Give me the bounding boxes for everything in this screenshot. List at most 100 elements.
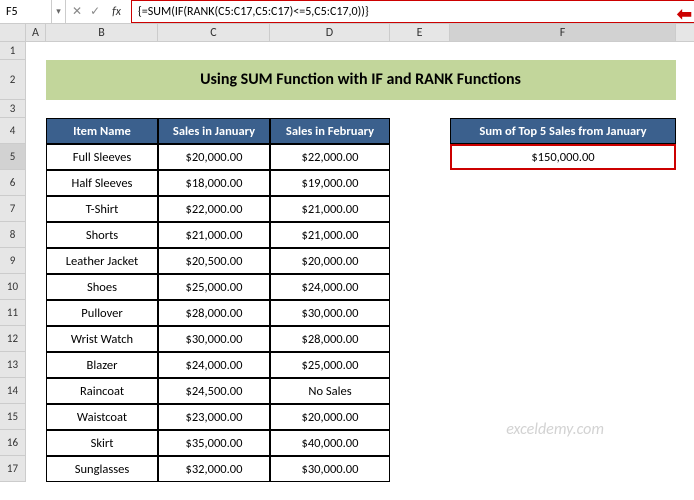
cell-item[interactable]: Waistcoat (46, 404, 158, 430)
cell[interactable] (270, 42, 390, 60)
cell-jan[interactable]: $20,500.00 (158, 248, 270, 274)
cell-jan[interactable]: $20,000.00 (158, 144, 270, 170)
cell[interactable] (390, 430, 450, 456)
cell-item[interactable]: Shoes (46, 274, 158, 300)
select-all-corner[interactable] (0, 24, 26, 41)
row-header[interactable]: 14 (0, 378, 26, 404)
cell[interactable] (390, 222, 450, 248)
row-header[interactable]: 5 (0, 144, 26, 170)
cell[interactable] (450, 456, 676, 482)
cell[interactable] (26, 100, 46, 118)
cell[interactable] (390, 42, 450, 60)
cell-feb[interactable]: $30,000.00 (270, 300, 390, 326)
row-header[interactable]: 10 (0, 274, 26, 300)
cell-jan[interactable]: $30,000.00 (158, 326, 270, 352)
cell[interactable] (26, 42, 46, 60)
cell[interactable] (26, 248, 46, 274)
cell[interactable] (450, 196, 676, 222)
cell-jan[interactable]: $18,000.00 (158, 170, 270, 196)
cell-jan[interactable]: $24,500.00 (158, 378, 270, 404)
row-header[interactable]: 9 (0, 248, 26, 274)
col-header-F[interactable]: F (450, 24, 676, 41)
cell-item[interactable]: Wrist Watch (46, 326, 158, 352)
cell-item[interactable]: Full Sleeves (46, 144, 158, 170)
cell[interactable] (26, 274, 46, 300)
row-header[interactable]: 13 (0, 352, 26, 378)
cell-item[interactable]: Leather Jacket (46, 248, 158, 274)
col-header-C[interactable]: C (158, 24, 270, 41)
row-header[interactable]: 3 (0, 100, 26, 118)
cell-jan[interactable]: $23,000.00 (158, 404, 270, 430)
cell-feb[interactable]: $20,000.00 (270, 248, 390, 274)
formula-bar-input[interactable]: {=SUM(IF(RANK(C5:C17,C5:C17)<=5,C5:C17,0… (131, 0, 694, 23)
cell[interactable] (26, 118, 46, 144)
cell[interactable] (158, 100, 270, 118)
cell-feb[interactable]: $40,000.00 (270, 430, 390, 456)
cell[interactable] (390, 196, 450, 222)
cell-item[interactable]: Blazer (46, 352, 158, 378)
cell[interactable] (450, 404, 676, 430)
cell[interactable] (26, 378, 46, 404)
cell[interactable] (390, 378, 450, 404)
cell-feb[interactable]: $21,000.00 (270, 222, 390, 248)
cell[interactable] (270, 100, 390, 118)
row-header[interactable]: 7 (0, 196, 26, 222)
page-title[interactable]: Using SUM Function with IF and RANK Func… (46, 60, 676, 100)
row-header[interactable]: 6 (0, 170, 26, 196)
row-header[interactable]: 1 (0, 42, 26, 60)
cell-feb[interactable]: $24,000.00 (270, 274, 390, 300)
cell-item[interactable]: Sunglasses (46, 456, 158, 482)
cell-jan[interactable]: $22,000.00 (158, 196, 270, 222)
col-header-D[interactable]: D (270, 24, 390, 41)
cell-jan[interactable]: $24,000.00 (158, 352, 270, 378)
cell-feb[interactable]: $20,000.00 (270, 404, 390, 430)
cell-feb[interactable]: $22,000.00 (270, 144, 390, 170)
cell-jan[interactable]: $35,000.00 (158, 430, 270, 456)
cell[interactable] (26, 196, 46, 222)
cell[interactable] (390, 274, 450, 300)
cell[interactable] (450, 326, 676, 352)
cell-item[interactable]: Pullover (46, 300, 158, 326)
cell-item[interactable]: Half Sleeves (46, 170, 158, 196)
cell[interactable] (26, 144, 46, 170)
cell-feb[interactable]: $30,000.00 (270, 456, 390, 482)
cell[interactable] (26, 300, 46, 326)
cell[interactable] (26, 222, 46, 248)
cell-jan[interactable]: $25,000.00 (158, 274, 270, 300)
row-header[interactable]: 15 (0, 404, 26, 430)
cell[interactable] (26, 456, 46, 482)
cell[interactable] (26, 352, 46, 378)
cell[interactable] (390, 300, 450, 326)
cell[interactable] (390, 144, 450, 170)
name-box-dropdown-icon[interactable]: ▾ (52, 0, 66, 23)
cell[interactable] (390, 118, 450, 144)
cell-item[interactable]: Skirt (46, 430, 158, 456)
row-header[interactable]: 16 (0, 430, 26, 456)
cell[interactable] (390, 100, 450, 118)
row-header[interactable]: 4 (0, 118, 26, 144)
cell[interactable] (46, 42, 158, 60)
cell-feb[interactable]: $25,000.00 (270, 352, 390, 378)
cell[interactable] (26, 404, 46, 430)
cell[interactable] (450, 42, 676, 60)
cell[interactable] (390, 326, 450, 352)
cell[interactable] (390, 456, 450, 482)
sum-value-active-cell[interactable]: $150,000.00 (450, 144, 676, 170)
cell-item[interactable]: Raincoat (46, 378, 158, 404)
cell-feb[interactable]: $19,000.00 (270, 170, 390, 196)
sum-header[interactable]: Sum of Top 5 Sales from January (450, 118, 676, 144)
row-header[interactable]: 17 (0, 456, 26, 482)
header-sales-feb[interactable]: Sales in February (270, 118, 390, 144)
row-header[interactable]: 12 (0, 326, 26, 352)
row-header[interactable]: 11 (0, 300, 26, 326)
header-item-name[interactable]: Item Name (46, 118, 158, 144)
name-box[interactable]: F5 (0, 0, 52, 23)
row-header[interactable]: 8 (0, 222, 26, 248)
row-header[interactable]: 2 (0, 60, 26, 100)
cell-jan[interactable]: $28,000.00 (158, 300, 270, 326)
cell-feb[interactable]: $28,000.00 (270, 326, 390, 352)
cell[interactable] (390, 170, 450, 196)
cell[interactable] (450, 300, 676, 326)
cell[interactable] (26, 170, 46, 196)
cell-jan[interactable]: $32,000.00 (158, 456, 270, 482)
